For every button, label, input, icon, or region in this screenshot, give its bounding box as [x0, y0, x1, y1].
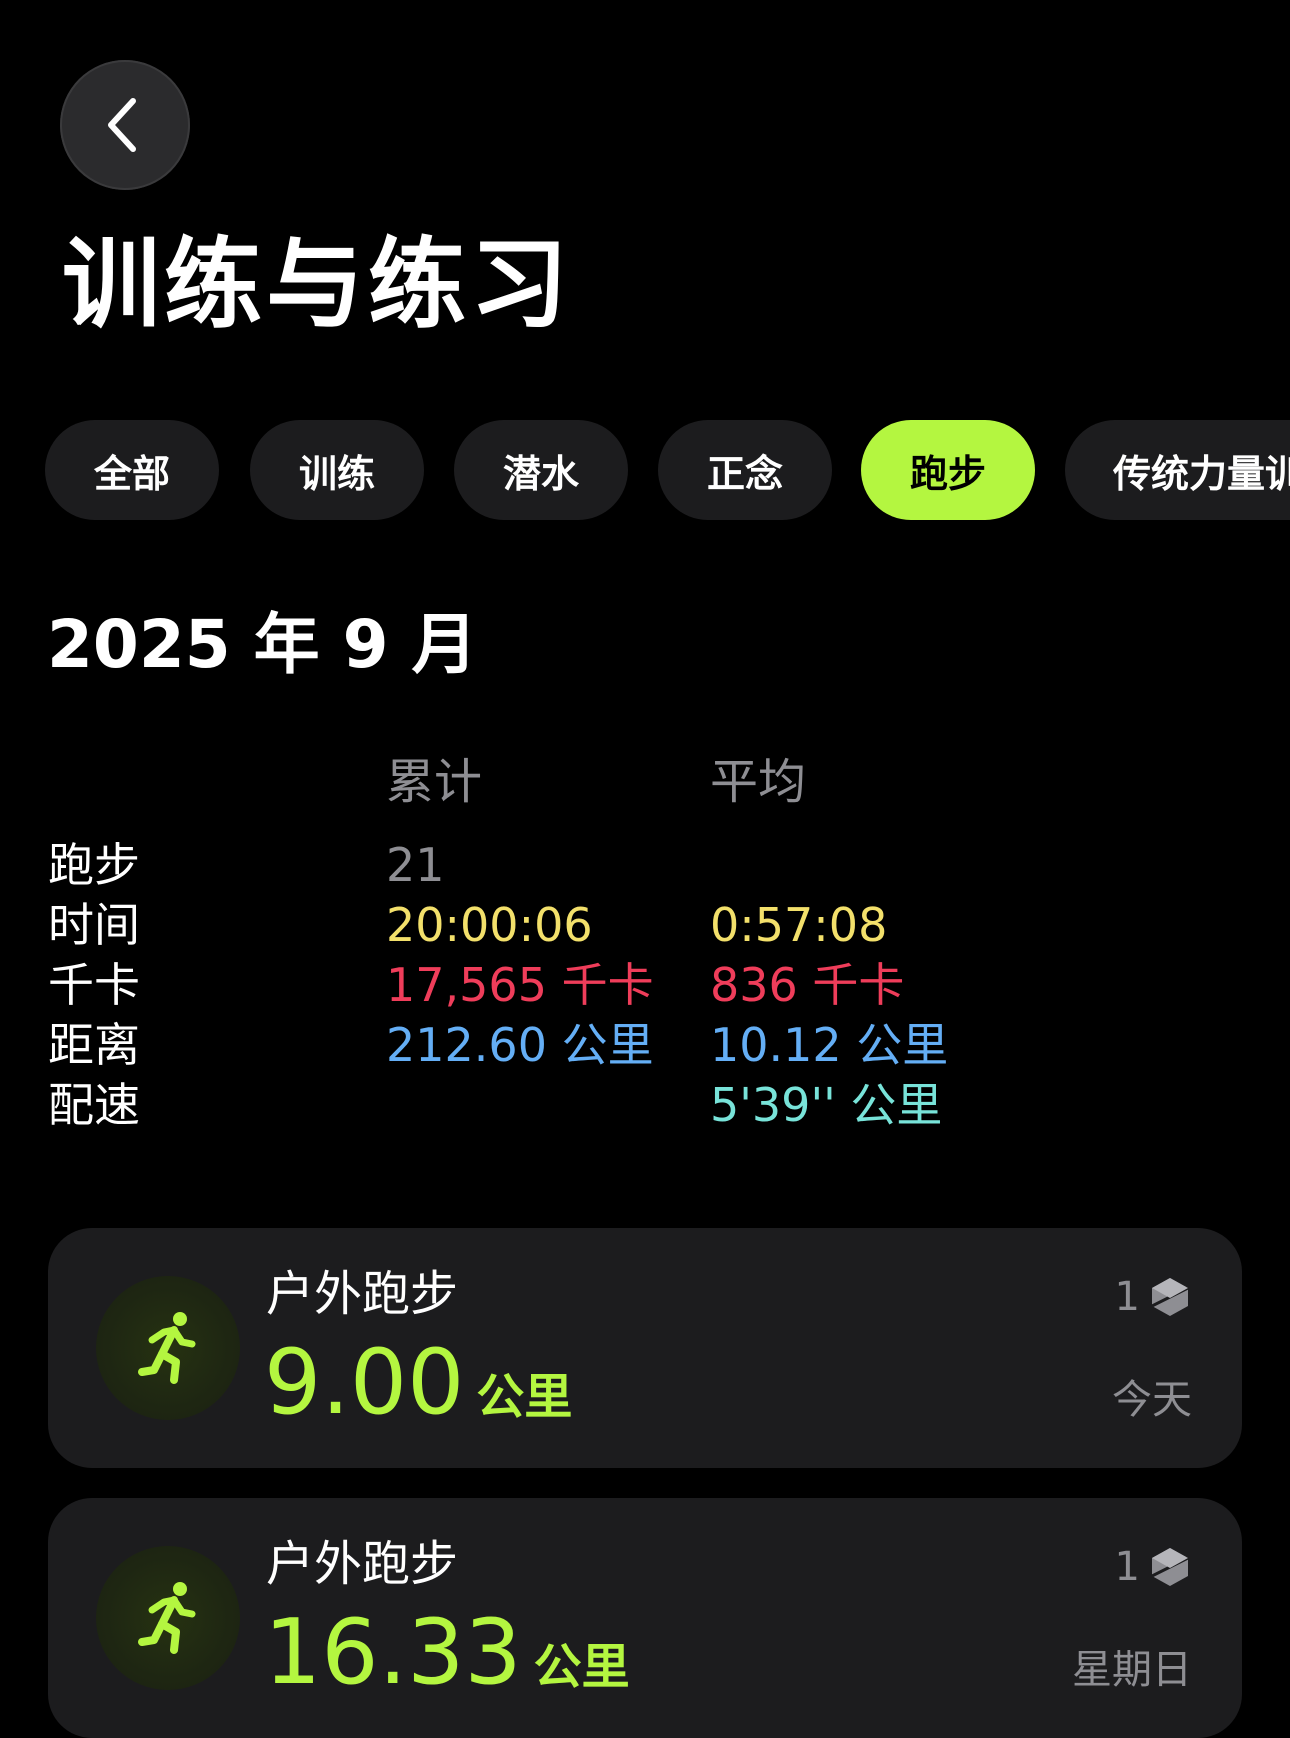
workout-count: 1: [1115, 1546, 1190, 1588]
stat-average-distance: 10.12 公里: [710, 1018, 949, 1072]
stat-label-pace: 配速: [48, 1078, 140, 1132]
stat-average-time: 0:57:08: [710, 898, 888, 952]
month-heading: 2025 年 9 月: [47, 606, 478, 683]
column-header-average: 平均: [710, 754, 807, 810]
chevron-left-icon: [108, 98, 136, 152]
stat-label-runs: 跑步: [48, 838, 140, 892]
workout-distance-value: 16.33: [264, 1600, 522, 1705]
workout-distance-value: 9.00: [264, 1330, 465, 1435]
filter-chip-training[interactable]: 训练: [250, 420, 424, 520]
stack-icon: [1151, 1278, 1189, 1316]
workout-count: 1: [1115, 1276, 1190, 1318]
filter-chip-all[interactable]: 全部: [45, 420, 219, 520]
back-button[interactable]: [60, 60, 190, 190]
activity-badge: [96, 1276, 240, 1420]
stat-average-calories: 836 千卡: [710, 958, 905, 1012]
stat-total-distance: 212.60 公里: [386, 1018, 654, 1072]
workout-count-value: 1: [1114, 1544, 1140, 1590]
workout-date: 星期日: [1072, 1647, 1192, 1693]
filter-bar: 全部 训练 潜水 正念 跑步 传统力量训: [45, 420, 1290, 520]
filter-chip-strength[interactable]: 传统力量训: [1065, 420, 1290, 520]
workout-distance: 9.00 公里: [264, 1338, 572, 1428]
running-figure-icon: [138, 1312, 196, 1384]
stat-total-calories: 17,565 千卡: [386, 958, 654, 1012]
workout-type: 户外跑步: [266, 1266, 459, 1322]
running-figure-icon: [138, 1582, 196, 1654]
stat-label-calories: 千卡: [48, 958, 140, 1012]
column-header-total: 累计: [386, 754, 483, 810]
workout-date: 今天: [1112, 1377, 1192, 1423]
filter-chip-mindfulness[interactable]: 正念: [658, 420, 832, 520]
workout-card[interactable]: 户外跑步 9.00 公里 1 今天: [48, 1228, 1242, 1468]
workout-distance: 16.33 公里: [264, 1608, 630, 1698]
stat-total-runs: 21: [386, 838, 445, 892]
filter-chip-diving[interactable]: 潜水: [454, 420, 628, 520]
stat-label-distance: 距离: [48, 1018, 140, 1072]
filter-chip-running[interactable]: 跑步: [861, 420, 1035, 520]
workout-count-value: 1: [1114, 1274, 1140, 1320]
stat-label-time: 时间: [48, 898, 140, 952]
stat-total-time: 20:00:06: [386, 898, 593, 952]
workout-card[interactable]: 户外跑步 16.33 公里 1 星期日: [48, 1498, 1242, 1738]
activity-badge: [96, 1546, 240, 1690]
page-title: 训练与练习: [62, 228, 573, 342]
workout-distance-unit: 公里: [533, 1639, 630, 1695]
stat-average-pace: 5'39'' 公里: [710, 1078, 943, 1132]
workout-distance-unit: 公里: [476, 1369, 573, 1425]
workout-type: 户外跑步: [266, 1536, 459, 1592]
stack-icon: [1151, 1548, 1189, 1586]
